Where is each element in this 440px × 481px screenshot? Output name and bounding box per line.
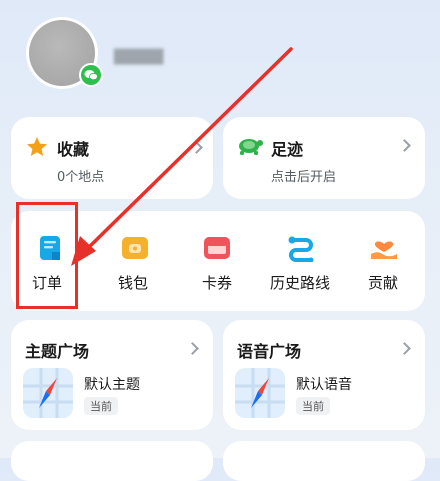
voice-item-label: 默认语音 (296, 377, 352, 393)
service-contribute-label: 贡献 (368, 274, 399, 292)
theme-square-card[interactable]: 主题广场 默认主题 当前 (11, 320, 213, 430)
service-contribute[interactable]: 贡献 (356, 226, 416, 302)
favorites-subtitle: 0个地点 (57, 170, 105, 185)
username: ▆▆▆▆ (114, 44, 163, 65)
theme-item-label: 默认主题 (84, 377, 140, 393)
favorites-card[interactable]: 收藏 0个地点 (11, 117, 213, 199)
favorites-title: 收藏 (57, 140, 90, 159)
favorites-chevron-icon (190, 141, 203, 154)
service-wallet[interactable]: 钱包 (104, 226, 168, 302)
service-history-route[interactable]: 历史路线 (266, 226, 336, 302)
footprint-chevron-icon (398, 139, 411, 152)
theme-current-badge: 当前 (84, 397, 118, 415)
service-coupon[interactable]: 卡券 (186, 226, 250, 302)
service-coupon-label: 卡券 (202, 274, 233, 292)
footprint-subtitle: 点击后开启 (271, 170, 337, 185)
bottom-card-left (11, 441, 213, 481)
voice-square-title: 语音广场 (237, 342, 302, 361)
route-icon (286, 234, 316, 266)
theme-square-chevron-icon (186, 342, 199, 355)
footprint-title: 足迹 (271, 140, 304, 159)
voice-square-chevron-icon (398, 342, 411, 355)
voice-square-card[interactable]: 语音广场 默认语音 当前 (223, 320, 425, 430)
coupon-icon (202, 234, 232, 266)
annotation-highlight-box (16, 202, 78, 309)
bottom-card-right (223, 441, 425, 481)
service-wallet-label: 钱包 (118, 274, 149, 292)
footprint-card[interactable]: 足迹 点击后开启 (223, 117, 425, 199)
compass-map-icon (235, 368, 285, 422)
wechat-icon (79, 63, 103, 87)
theme-square-title: 主题广场 (25, 342, 90, 361)
star-icon (25, 135, 49, 163)
compass-map-icon (23, 368, 73, 422)
wallet-icon (120, 234, 150, 266)
contribute-icon (368, 232, 400, 266)
voice-current-badge: 当前 (296, 397, 330, 415)
turtle-icon (235, 133, 263, 163)
service-history-route-label: 历史路线 (270, 274, 331, 292)
